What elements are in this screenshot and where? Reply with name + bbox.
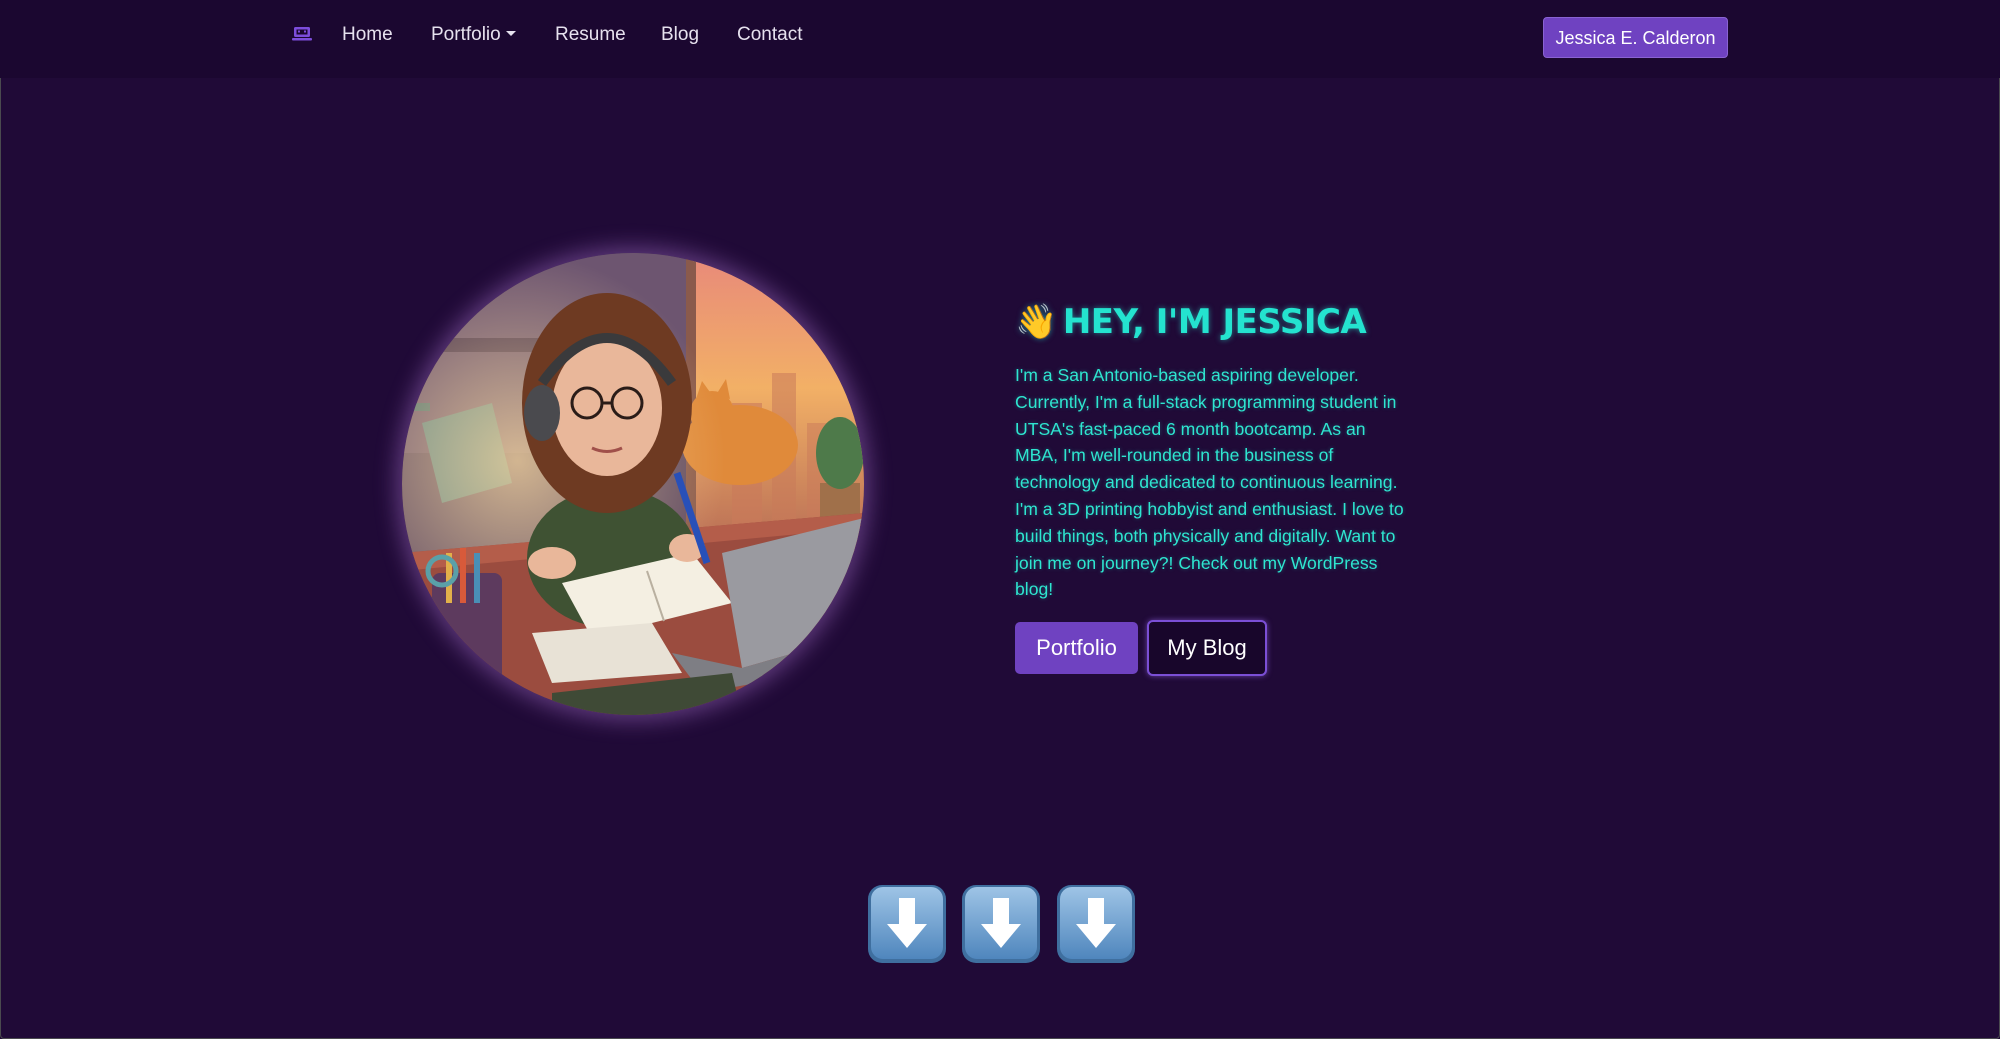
down-arrow-icon[interactable] xyxy=(867,884,947,964)
down-arrow-icon[interactable] xyxy=(1056,884,1136,964)
nav-blog-link[interactable]: Blog xyxy=(661,22,699,48)
down-arrow-icon[interactable] xyxy=(961,884,1041,964)
laptop-icon[interactable] xyxy=(290,24,314,44)
nav-contact-link[interactable]: Contact xyxy=(737,22,802,48)
nav-home-link[interactable]: Home xyxy=(342,22,393,48)
bitmoji-avatar-image xyxy=(402,253,864,715)
portfolio-button[interactable]: Portfolio xyxy=(1015,622,1138,674)
wave-emoji-icon: 👋 xyxy=(1015,302,1057,342)
caret-down-icon xyxy=(505,31,516,36)
nav-resume-link[interactable]: Resume xyxy=(555,22,626,48)
hero-title-text: HEY, I'M JESSICA xyxy=(1062,302,1367,342)
hero-bio: I'm a San Antonio-based aspiring develop… xyxy=(1015,365,1404,600)
nav-portfolio-dropdown[interactable]: Portfolio xyxy=(431,22,516,48)
my-blog-button[interactable]: My Blog xyxy=(1147,620,1267,676)
navbar: Home Portfolio Resume Blog Contact Jessi… xyxy=(0,0,2000,78)
hero-title: 👋 HEY, I'M JESSICA xyxy=(1015,298,1367,346)
user-name-button[interactable]: Jessica E. Calderon xyxy=(1543,17,1728,58)
nav-portfolio-label: Portfolio xyxy=(431,24,501,45)
